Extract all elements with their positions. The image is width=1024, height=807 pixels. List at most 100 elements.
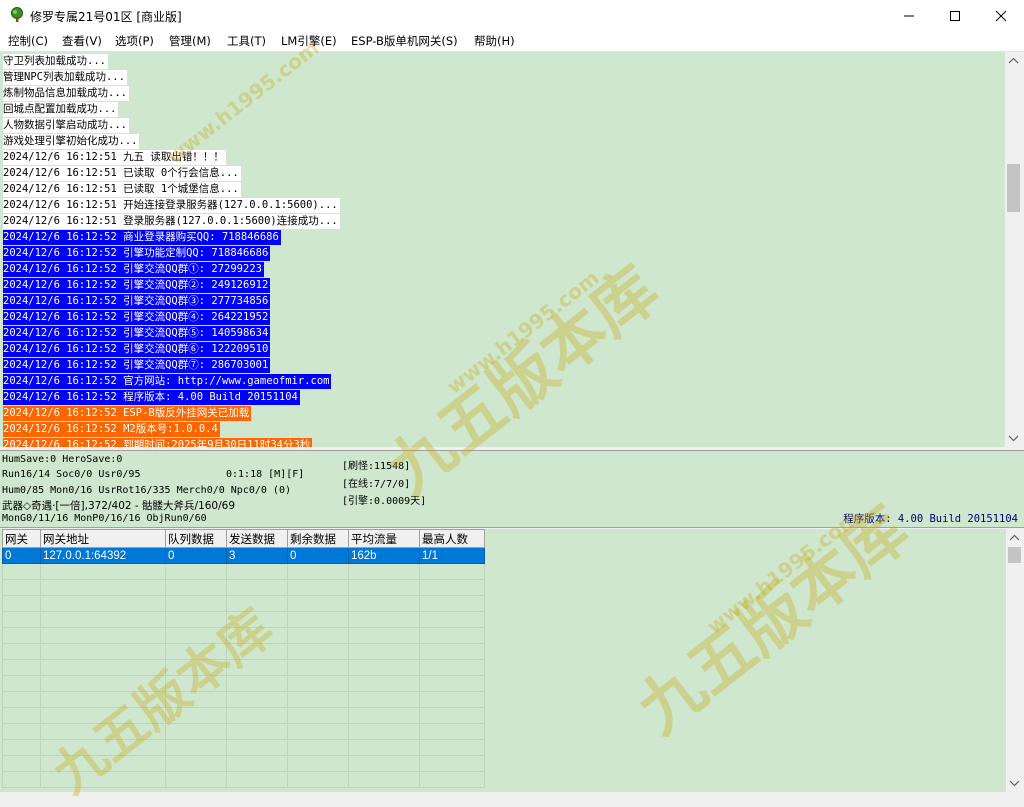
table-cell — [226, 579, 288, 596]
title-bar[interactable]: 修罗专属21号01区 [商业版] — [0, 0, 1024, 31]
table-row[interactable] — [2, 643, 485, 660]
column-header[interactable]: 发送数据 — [226, 529, 288, 548]
log-line: 2024/12/6 16:12:51 已读取 0个行会信息... — [3, 166, 241, 181]
grid-scroll-down-icon[interactable] — [1006, 776, 1023, 790]
column-header[interactable]: 最高人数 — [419, 529, 485, 548]
table-cell — [419, 643, 485, 660]
table-cell — [40, 755, 166, 772]
table-row[interactable] — [2, 579, 485, 596]
menu-view[interactable]: 查看(V) — [62, 33, 102, 49]
scroll-down-icon[interactable] — [1005, 431, 1022, 445]
menu-esp-gateway[interactable]: ESP-B版单机网关(S) — [351, 33, 458, 49]
table-cell — [419, 707, 485, 724]
table-cell — [165, 659, 227, 676]
table-cell — [348, 755, 420, 772]
grid-scroll-up-icon[interactable] — [1006, 531, 1023, 545]
gateway-grid-panel[interactable]: 网关 网关地址 队列数据 发送数据 剩余数据 平均流量 最高人数 0 127.0.0.1:64… — [0, 529, 1006, 792]
log-line: 2024/12/6 16:12:52 商业登录器购买QQ: 718846686 — [3, 230, 281, 245]
table-cell — [2, 675, 41, 692]
table-cell — [2, 723, 41, 740]
table-row[interactable] — [2, 659, 485, 676]
table-cell — [165, 723, 227, 740]
menu-lm-engine[interactable]: LM引擎(E) — [281, 33, 337, 49]
close-button[interactable] — [978, 0, 1024, 31]
menu-control[interactable]: 控制(C) — [8, 33, 48, 49]
log-line: 2024/12/6 16:12:52 引擎交流QQ群①: 27299223 — [3, 262, 264, 277]
table-cell — [226, 659, 288, 676]
scroll-up-icon[interactable] — [1005, 54, 1022, 68]
table-cell — [165, 643, 227, 660]
status-run: Run16/14 Soc0/0 Usr0/95 — [2, 469, 141, 480]
gateway-table[interactable]: 网关 网关地址 队列数据 发送数据 剩余数据 平均流量 最高人数 0 127.0.0.1:64… — [2, 529, 485, 788]
table-cell — [348, 707, 420, 724]
table-row[interactable] — [2, 675, 485, 692]
table-row[interactable] — [2, 755, 485, 772]
table-row[interactable] — [2, 723, 485, 740]
table-cell — [287, 563, 349, 580]
table-cell — [419, 595, 485, 612]
table-cell — [226, 675, 288, 692]
table-cell — [287, 611, 349, 628]
table-cell — [348, 643, 420, 660]
table-cell — [348, 611, 420, 628]
minimize-icon — [904, 15, 914, 16]
grid-scrollbar[interactable] — [1006, 529, 1023, 792]
log-line: 管理NPC列表加载成功... — [3, 70, 127, 85]
status-monsters: MonG0/11/16 MonP0/16/16 ObjRun0/60 — [2, 513, 207, 524]
table-cell — [2, 755, 41, 772]
table-cell — [165, 627, 227, 644]
column-header[interactable]: 队列数据 — [165, 529, 227, 548]
log-line: 游戏处理引擎初始化成功... — [3, 134, 140, 149]
table-cell — [226, 739, 288, 756]
column-header[interactable]: 网关地址 — [40, 529, 166, 548]
log-panel[interactable]: 守卫列表加载成功... 管理NPC列表加载成功... 炼制物品信息加载成功... 回城… — [0, 52, 1005, 447]
log-line: 2024/12/6 16:12:52 程序版本: 4.00 Build 2015… — [3, 390, 300, 405]
status-version: 程序版本: 4.00 Build 20151104 — [843, 513, 1018, 525]
table-row[interactable]: 0 127.0.0.1:64392 0 3 0 162b 1/1 — [2, 547, 485, 564]
grid-scroll-thumb[interactable] — [1008, 547, 1021, 563]
menu-help[interactable]: 帮助(H) — [474, 33, 515, 49]
table-cell — [40, 563, 166, 580]
table-cell — [419, 611, 485, 628]
menu-tools[interactable]: 工具(T) — [227, 33, 266, 49]
table-cell — [165, 611, 227, 628]
table-cell — [165, 771, 227, 788]
window-title: 修罗专属21号01区 [商业版] — [30, 10, 182, 24]
table-row[interactable] — [2, 771, 485, 788]
column-header[interactable]: 网关 — [2, 529, 41, 548]
log-line: 2024/12/6 16:12:52 引擎功能定制QQ: 718846686 — [3, 246, 271, 261]
table-row[interactable] — [2, 691, 485, 708]
status-refresh: [刷怪:11548] — [342, 461, 411, 472]
menu-options[interactable]: 选项(P) — [115, 33, 154, 49]
log-line: 2024/12/6 16:12:51 开始连接登录服务器(127.0.0.1:5… — [3, 198, 340, 213]
table-cell — [287, 723, 349, 740]
table-cell — [40, 659, 166, 676]
table-row[interactable] — [2, 595, 485, 612]
table-row[interactable] — [2, 611, 485, 628]
table-cell — [287, 627, 349, 644]
maximize-icon — [950, 10, 960, 21]
log-line: 2024/12/6 16:12:52 引擎交流QQ群③: 277734856 — [3, 294, 271, 309]
table-cell — [419, 739, 485, 756]
table-row[interactable] — [2, 739, 485, 756]
table-cell — [348, 739, 420, 756]
table-row[interactable] — [2, 563, 485, 580]
table-cell — [419, 659, 485, 676]
log-line: 2024/12/6 16:12:52 官方网站: http://www.game… — [3, 374, 332, 389]
log-scroll-thumb[interactable] — [1007, 164, 1020, 212]
log-line: 2024/12/6 16:12:52 引擎交流QQ群④: 264221952 — [3, 310, 271, 325]
column-header[interactable]: 剩余数据 — [287, 529, 349, 548]
table-row[interactable] — [2, 627, 485, 644]
log-scrollbar[interactable] — [1005, 52, 1022, 447]
column-header[interactable]: 平均流量 — [348, 529, 420, 548]
maximize-button[interactable] — [932, 0, 978, 31]
table-cell — [40, 579, 166, 596]
log-line: 2024/12/6 16:12:52 ESP-B版反外挂网关已加载 — [3, 406, 252, 421]
minimize-button[interactable] — [886, 0, 932, 31]
table-cell — [348, 723, 420, 740]
status-item: 武器◇奇遇·[一倍],372/402 - 骷髅大斧兵/160/69 — [2, 500, 236, 512]
table-row[interactable] — [2, 707, 485, 724]
table-cell — [226, 771, 288, 788]
status-runtime: 0:1:18 [M][F] — [226, 469, 305, 480]
menu-manage[interactable]: 管理(M) — [169, 33, 211, 49]
